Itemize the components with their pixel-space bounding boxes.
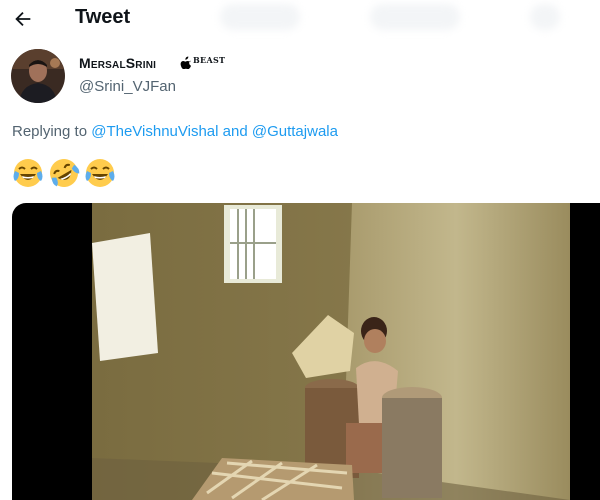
reply-user-link[interactable]: @Guttajwala [252,123,338,140]
top-bar: Tweet [0,0,600,38]
face-with-tears-of-joy-icon [13,159,43,187]
author-handle[interactable]: @Srini_VJFan [79,78,176,95]
apple-icon [180,56,191,69]
reply-conjunction: and [222,123,248,140]
reply-user-link[interactable]: @TheVishnuVishal [91,123,218,140]
arrow-left-icon[interactable] [12,8,34,30]
replying-to-line: Replying to @TheVishnuVishal and @Guttaj… [12,123,338,140]
blurred-tab [370,4,460,30]
video-frame [92,203,570,500]
avatar[interactable] [11,49,65,103]
face-with-tears-of-joy-icon [85,159,115,187]
tweet-media-video[interactable] [12,203,600,500]
author-display-name[interactable]: MersalSrini [79,55,156,71]
replying-to-prefix: Replying to [12,123,88,140]
author-badge-text: BEAST [193,55,226,65]
blurred-tab [220,4,300,30]
blurred-tab [530,4,560,30]
page-title: Tweet [75,6,131,28]
rolling-on-the-floor-laughing-icon [50,159,80,187]
